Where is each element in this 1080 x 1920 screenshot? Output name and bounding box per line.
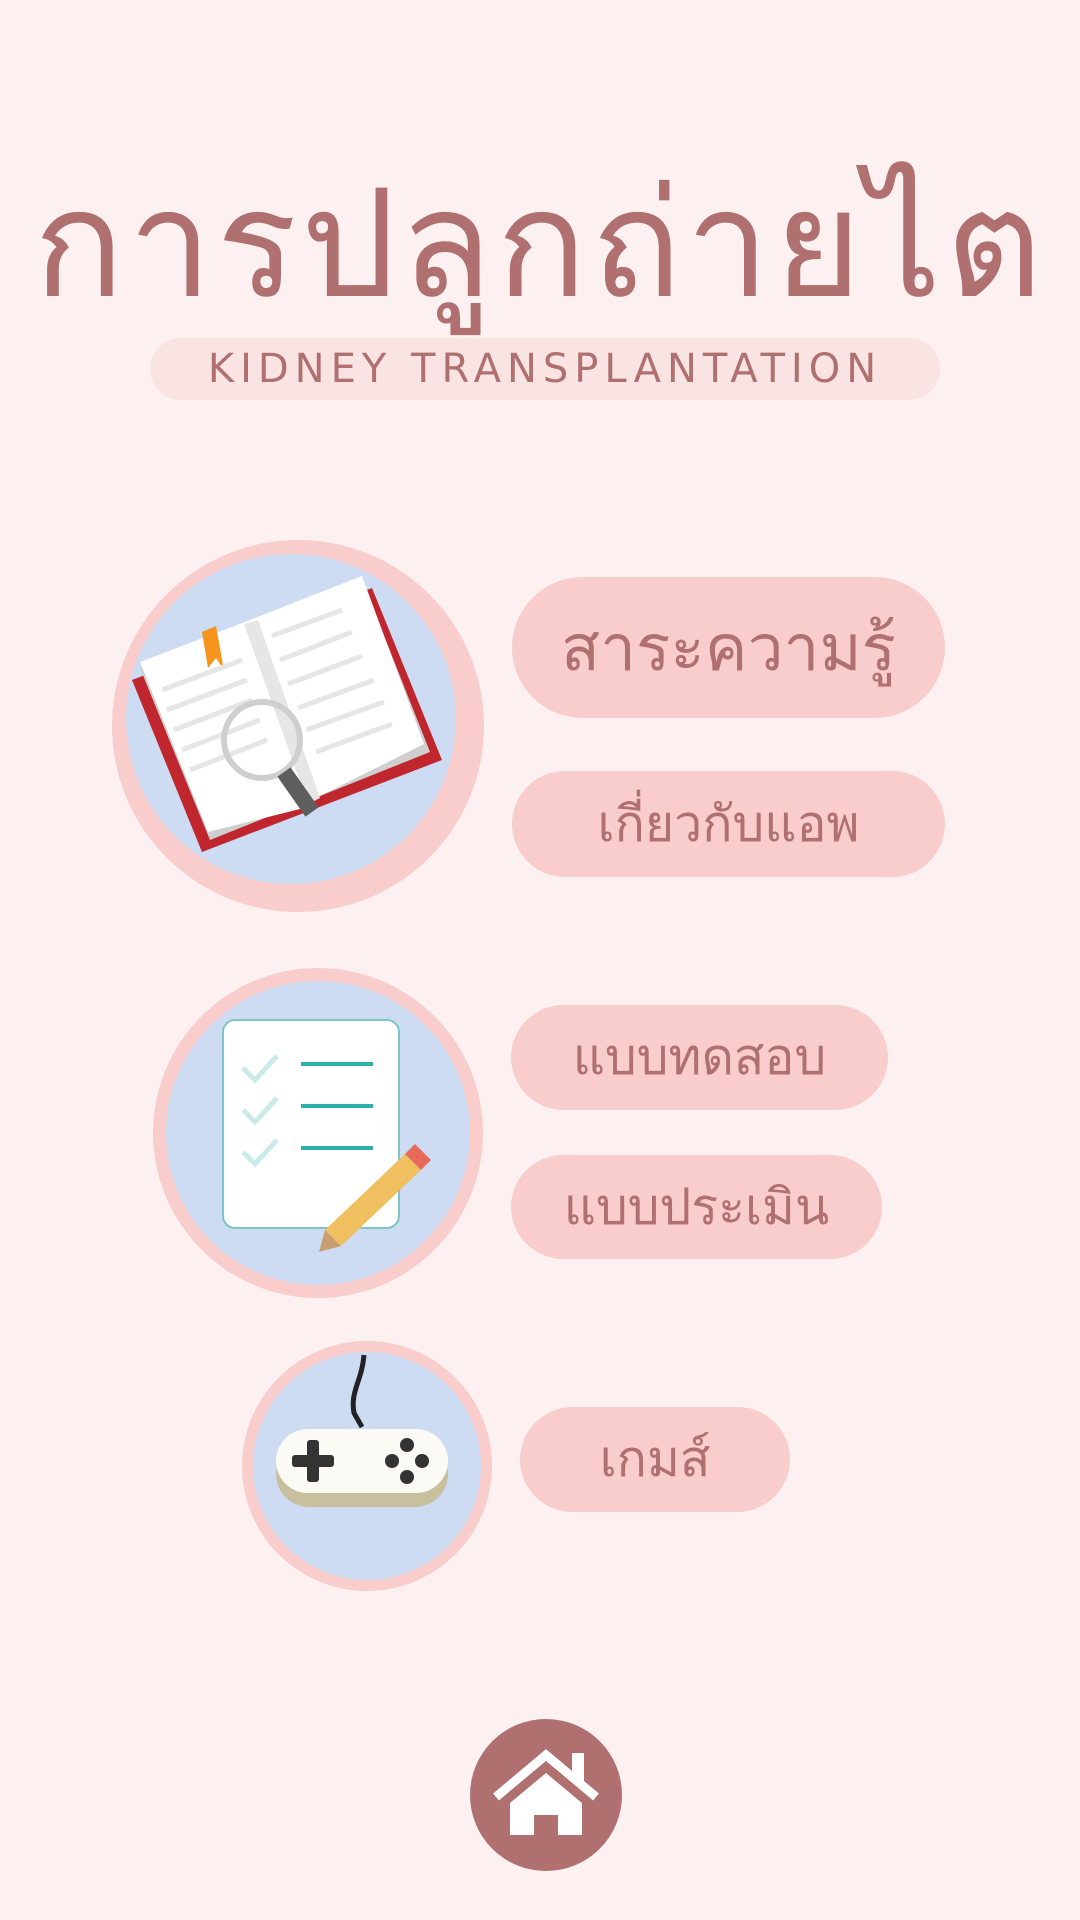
games-illustration <box>242 1341 492 1591</box>
about-app-label: เกี่ยวกับแอพ <box>597 794 860 853</box>
about-app-button[interactable]: เกี่ยวกับแอพ <box>512 771 945 877</box>
quiz-illustration <box>153 968 483 1298</box>
games-button[interactable]: เกมส์ <box>520 1407 790 1512</box>
assessment-button[interactable]: แบบประเมิน <box>511 1155 882 1259</box>
knowledge-label: สาระความรู้ <box>561 611 896 686</box>
assessment-label: แบบประเมิน <box>563 1177 830 1236</box>
book-magnifier-icon <box>132 576 442 852</box>
quiz-button[interactable]: แบบทดสอบ <box>511 1005 888 1110</box>
knowledge-illustration <box>112 540 484 912</box>
page-subtitle: KIDNEY TRANSPLANTATION <box>150 338 940 400</box>
games-label: เกมส์ <box>599 1430 711 1488</box>
gamepad-icon <box>276 1354 448 1507</box>
home-button[interactable] <box>470 1719 622 1871</box>
home-icon <box>493 1749 599 1835</box>
checklist-pencil-icon <box>222 1019 431 1252</box>
quiz-label: แบบทดสอบ <box>572 1028 827 1086</box>
page-title: การปลูกถ่ายไต <box>33 158 1047 332</box>
knowledge-button[interactable]: สาระความรู้ <box>512 577 945 718</box>
